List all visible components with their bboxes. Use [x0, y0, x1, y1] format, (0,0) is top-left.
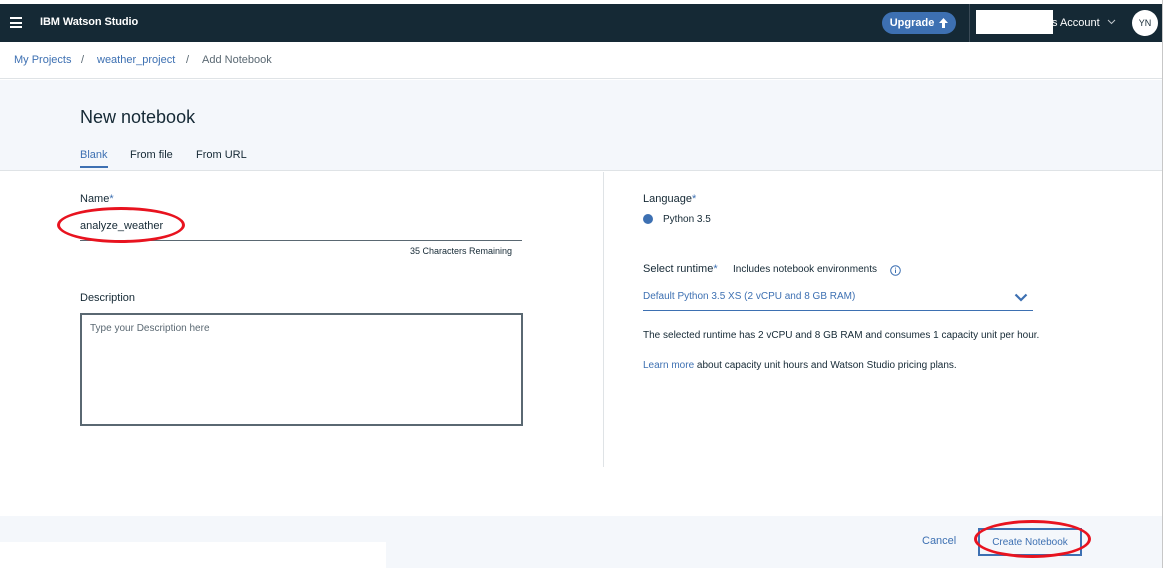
learn-more-line: Learn more about capacity unit hours and… [643, 360, 957, 371]
page-title: New notebook [80, 107, 196, 127]
hamburger-menu-icon[interactable] [10, 17, 22, 28]
runtime-description: The selected runtime has 2 vCPU and 8 GB… [643, 330, 1040, 341]
tab-from-file[interactable]: From file [130, 149, 173, 166]
language-value: Python 3.5 [663, 214, 711, 225]
learn-more-text: about capacity unit hours and Watson Stu… [694, 360, 957, 371]
annotation-ellipse-create [974, 520, 1091, 558]
breadcrumb-separator: / [186, 54, 190, 66]
runtime-select[interactable]: Default Python 3.5 XS (2 vCPU and 8 GB R… [643, 291, 855, 302]
description-textarea[interactable]: Type your Description here [80, 313, 523, 426]
chevron-down-icon[interactable] [1107, 18, 1116, 26]
runtime-label: Select runtime* [643, 263, 718, 275]
tab-from-url[interactable]: From URL [196, 149, 247, 166]
runtime-hint: Includes notebook environments [733, 264, 877, 275]
name-label-text: Name [80, 193, 110, 205]
breadcrumb-separator: / [81, 54, 85, 66]
avatar[interactable]: YN [1132, 10, 1158, 36]
language-radio[interactable] [643, 214, 653, 224]
runtime-label-text: Select runtime [643, 263, 714, 275]
redacted-area [0, 542, 386, 568]
breadcrumb-weather-project[interactable]: weather_project [97, 54, 175, 66]
upload-arrow-icon [939, 18, 949, 28]
top-navigation-bar: IBM Watson Studio Upgrade s Account YN [0, 4, 1162, 42]
upgrade-button[interactable]: Upgrade [882, 12, 956, 34]
page-header: New notebook Blank From file From URL [0, 80, 1162, 171]
breadcrumb-add-notebook: Add Notebook [202, 54, 272, 66]
account-divider [969, 4, 970, 42]
name-label: Name* [80, 193, 114, 205]
required-mark: * [713, 263, 718, 275]
upgrade-label: Upgrade [889, 17, 935, 29]
characters-remaining: 35 Characters Remaining [410, 246, 513, 256]
description-placeholder: Type your Description here [90, 323, 210, 334]
redacted-account-name [976, 10, 1053, 34]
account-switcher-label[interactable]: s Account [1052, 17, 1100, 29]
breadcrumb-my-projects[interactable]: My Projects [14, 54, 71, 66]
cancel-button[interactable]: Cancel [922, 535, 956, 547]
brand-title[interactable]: IBM Watson Studio [40, 16, 138, 28]
language-label: Language* [643, 193, 696, 205]
chevron-down-icon[interactable] [1014, 293, 1028, 302]
column-divider [603, 172, 604, 467]
required-mark: * [691, 193, 697, 205]
language-label-text: Language [643, 193, 692, 205]
breadcrumb: My Projects / weather_project / Add Note… [0, 42, 1162, 79]
info-icon[interactable] [890, 265, 901, 276]
runtime-select-underline [643, 310, 1033, 311]
required-mark: * [109, 193, 114, 205]
description-label: Description [80, 292, 136, 304]
learn-more-link[interactable]: Learn more [643, 360, 694, 371]
tab-blank[interactable]: Blank [80, 149, 108, 168]
window-scroll-edge [1162, 0, 1170, 568]
annotation-ellipse-name [57, 207, 185, 243]
